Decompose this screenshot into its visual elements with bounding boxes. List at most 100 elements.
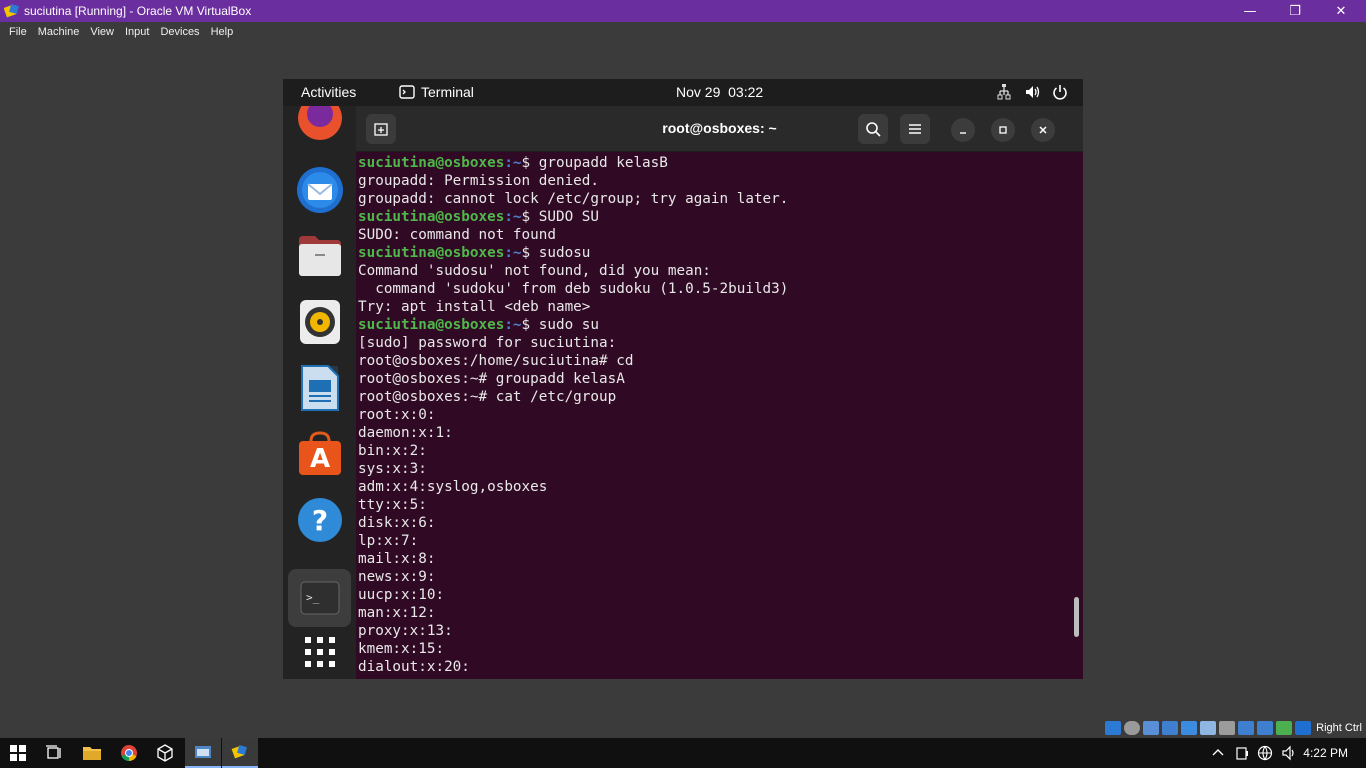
output-text: daemon:x:1: [358,425,453,441]
shared-folders-icon[interactable] [1200,721,1217,735]
output-text: root@osboxes:/home/suciutina# cd [358,353,634,369]
gnome-topbar: Activities Terminal Nov 29 03:22 [283,79,1083,106]
keyboard-capture-icon[interactable] [1295,721,1312,735]
terminal-close-button[interactable] [1031,118,1055,142]
prompt-user: suciutina@osboxes [358,155,505,171]
prompt-command: $ SUDO SU [521,209,600,225]
network-adapter-icon[interactable] [1162,721,1179,735]
menu-view[interactable]: View [85,26,119,38]
start-button[interactable] [0,738,36,768]
battery-icon[interactable] [1235,746,1249,760]
close-icon [1039,126,1047,134]
terminal-scrollbar[interactable] [1074,597,1079,637]
virtualization-icon[interactable] [1257,721,1274,735]
output-text: Command 'sudosu' not found, did you mean… [358,263,711,279]
virtualbox-vm-button[interactable] [222,738,258,768]
vm-window-button[interactable] [185,738,221,768]
menu-file[interactable]: File [4,26,32,38]
libreoffice-writer-icon[interactable] [294,362,345,413]
output-text: disk:x:6: [358,515,436,531]
output-text: lp:x:7: [358,533,419,549]
rhythmbox-icon[interactable] [294,296,345,347]
software-center-icon[interactable]: A [294,428,345,479]
close-button[interactable]: ✕ [1318,0,1364,22]
terminal-line: adm:x:4:syslog,osboxes [358,478,1058,496]
activities-button[interactable]: Activities [301,84,356,100]
system-tray[interactable] [995,83,1069,101]
restore-button[interactable]: ❐ [1272,0,1318,22]
terminal-line: SUDO: command not found [358,226,1058,244]
output-text: groupadd: Permission denied. [358,173,600,189]
terminal-line: bin:x:2: [358,442,1058,460]
chrome-button[interactable] [111,738,147,768]
terminal-minimize-button-visible[interactable] [951,118,975,142]
menu-button[interactable] [900,114,930,144]
usb-icon[interactable] [1181,721,1198,735]
prompt-command: $ groupadd kelasB [521,155,668,171]
terminal-icon[interactable]: >_ [288,569,351,627]
terminal-line: root@osboxes:~# groupadd kelasA [358,370,1058,388]
menu-machine[interactable]: Machine [33,26,85,38]
optical-drive-icon[interactable] [1124,721,1141,735]
prompt-user: suciutina@osboxes [358,245,505,261]
output-text: adm:x:4:syslog,osboxes [358,479,548,495]
chrome-icon [121,745,137,762]
terminal-output[interactable]: suciutina@osboxes:~$ groupadd kelasB grou… [358,154,1058,676]
output-text: tty:x:5: [358,497,427,513]
help-icon[interactable]: ? [294,494,345,545]
taskbar-clock[interactable]: 4:22 PM [1303,746,1348,760]
output-text: mail:x:8: [358,551,436,567]
audio-icon[interactable] [1143,721,1160,735]
globe-icon[interactable] [1257,745,1273,761]
terminal-line: disk:x:6: [358,514,1058,532]
show-apps-icon[interactable] [294,626,345,677]
output-text: bin:x:2: [358,443,427,459]
files-icon[interactable] [294,230,345,281]
output-text: root@osboxes:~# cat /etc/group [358,389,617,405]
svg-text:?: ? [311,504,327,537]
terminal-line: suciutina@osboxes:~$ sudosu [358,244,1058,262]
file-explorer-button[interactable] [74,738,110,768]
app-menu[interactable]: Terminal [399,84,474,100]
prompt-path: :~ [504,155,522,171]
power-icon [1053,85,1067,100]
output-text: sys:x:3: [358,461,427,477]
prompt-command: $ sudo su [521,317,600,333]
virtualbox-icon [231,745,247,759]
terminal-maximize-button[interactable] [991,118,1015,142]
hamburger-icon [909,124,921,134]
terminal-line: proxy:x:13: [358,622,1058,640]
terminal-line: suciutina@osboxes:~$ sudo su [358,316,1058,334]
folder-icon [83,747,101,760]
terminal-window[interactable]: root@osboxes: ~ suciutina@osboxes:~$ gro… [356,106,1083,679]
task-view-button[interactable] [36,738,72,768]
output-text: news:x:9: [358,569,436,585]
svg-text:>_: >_ [306,591,320,604]
clock[interactable]: Nov 29 03:22 [676,84,763,100]
vm-display[interactable]: Activities Terminal Nov 29 03:22 A ? >_ … [283,79,1083,679]
chevron-up-icon[interactable] [1211,746,1225,760]
firefox-icon[interactable] [294,106,345,146]
vbox-statusbar: Right Ctrl [1105,718,1366,738]
terminal-line: command 'sudoku' from deb sudoku (1.0.5-… [358,280,1058,298]
display-icon[interactable] [1219,721,1236,735]
output-text: man:x:12: [358,605,436,621]
mouse-integration-icon[interactable] [1276,721,1293,735]
menu-devices[interactable]: Devices [155,26,204,38]
terminal-line: mail:x:8: [358,550,1058,568]
menu-help[interactable]: Help [206,26,239,38]
vbox-titlebar[interactable]: suciutina [Running] - Oracle VM VirtualB… [0,0,1366,22]
windows-taskbar: 4:22 PM [0,738,1366,768]
minimize-button[interactable]: — [1227,0,1273,22]
output-text: root@osboxes:~# groupadd kelasA [358,371,625,387]
hard-disk-icon[interactable] [1105,721,1122,735]
terminal-headerbar: root@osboxes: ~ [356,106,1083,152]
virtualbox-manager-button[interactable] [147,738,183,768]
search-button[interactable] [858,114,888,144]
output-text: [sudo] password for suciutina: [358,335,617,351]
recording-icon[interactable] [1238,721,1255,735]
search-icon [866,122,881,137]
speaker-icon[interactable] [1281,745,1297,761]
thunderbird-icon[interactable] [294,164,345,215]
menu-input[interactable]: Input [120,26,154,38]
